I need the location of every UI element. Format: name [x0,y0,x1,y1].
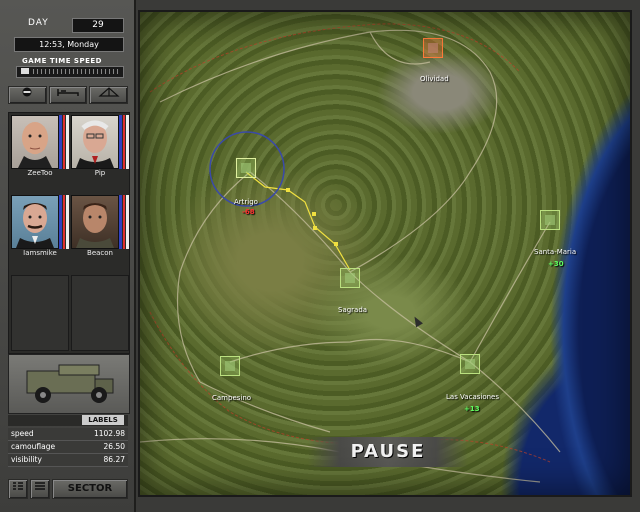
left-control-panel: DAY 29 12:53, Monday GAME TIME SPEED Zee… [0,0,136,512]
health-bar [59,195,62,249]
stat-row-speed: speed 1102.98 [8,428,128,441]
merc-status-bars [59,195,70,249]
health-bar [119,115,122,169]
stat-row-camouflage: camouflage 26.50 [8,441,128,454]
stop-icon [22,87,32,97]
merc-status-bars [59,115,70,169]
map-sector-campesino[interactable] [220,356,240,376]
speed-slider-ticks [33,69,119,74]
merc-card-iamsmike[interactable]: Iamsmike [11,195,70,257]
merc-card-beacon[interactable]: Beacon [71,195,130,257]
morale-bar [66,115,70,169]
stop-button[interactable] [8,86,47,104]
merc-portrait [71,195,119,249]
stat-value: 26.50 [103,442,125,451]
day-counter: 29 [72,18,124,33]
energy-bar [62,115,66,169]
vehicle-display[interactable] [8,354,130,414]
energy-bar [62,195,66,249]
merc-card-zeetoo[interactable]: ZeeToo [11,115,70,177]
game-time-speed-label: GAME TIME SPEED [22,57,102,65]
merc-name: Iamsmike [23,249,57,257]
city-label-sagrada: Sagrada [338,306,368,314]
bed-icon [57,89,79,96]
list-icon [35,482,45,490]
empty-merc-slot[interactable] [11,275,69,351]
speed-slider-knob[interactable] [21,68,29,74]
health-bar [59,115,62,169]
strategic-map[interactable]: Olividad Artrigo -68 Santa-Maria +30 Sag… [138,10,632,497]
game-time-speed-slider[interactable] [16,66,124,78]
labels-bar: LABELS [8,415,128,426]
map-sector-santa-maria[interactable] [540,210,560,230]
morale-bar [66,195,70,249]
stat-label: visibility [11,455,42,464]
city-loyalty-las-vacasiones: +13 [464,405,480,413]
tent-icon [98,87,120,97]
map-sector-sagrada[interactable] [340,268,360,288]
morale-bar [126,115,130,169]
city-label-las-vacasiones: Las Vacasiones [446,393,499,401]
list-view-button[interactable] [30,479,50,499]
game-clock: 12:53, Monday [14,37,124,52]
city-label-artrigo: Artrigo [234,198,258,206]
merc-name: Beacon [87,249,113,257]
merc-name: ZeeToo [27,169,53,177]
empty-merc-slot[interactable] [71,275,129,351]
labels-button[interactable]: LABELS [82,415,124,425]
energy-bar [122,195,126,249]
vehicle-stats: speed 1102.98 camouflage 26.50 visibilit… [8,428,128,467]
city-loyalty-artrigo: -68 [242,208,255,216]
map-sector-artrigo[interactable] [236,158,256,178]
city-loyalty-santa-maria: +30 [548,260,564,268]
stat-row-visibility: visibility 86.27 [8,454,128,467]
camp-button[interactable] [89,86,129,104]
action-toolbar [8,86,129,104]
city-label-santa-maria: Santa-Maria [534,248,577,256]
squad-portraits: ZeeToo Pip Iamsmike Beacon [8,112,130,354]
merc-portrait [11,115,59,169]
merc-status-bars [119,195,130,249]
city-label-olividad: Olividad [420,75,449,83]
merc-name: Pip [94,169,106,177]
merc-portrait [11,195,59,249]
pause-text: PAUSE [350,441,426,462]
bottom-toolbar: SECTOR [8,479,128,499]
merc-status-bars [119,115,130,169]
rest-button[interactable] [48,86,88,104]
stat-label: camouflage [11,442,56,451]
morale-bar [126,195,130,249]
squad-view-button[interactable] [8,479,28,499]
merc-card-pip[interactable]: Pip [71,115,130,177]
pause-banner[interactable]: PAUSE [308,437,468,467]
sector-button[interactable]: SECTOR [52,479,128,499]
squad-icon [13,482,23,490]
stat-value: 1102.98 [93,429,125,438]
energy-bar [122,115,126,169]
map-sector-olividad[interactable] [423,38,443,58]
health-bar [119,195,122,249]
merc-portrait [71,115,119,169]
stat-label: speed [11,429,34,438]
day-label: DAY [28,18,49,28]
map-sector-las-vacasiones[interactable] [460,354,480,374]
jeep-icon [26,364,114,403]
city-label-campesino: Campesino [212,394,252,402]
stat-value: 86.27 [103,455,125,464]
